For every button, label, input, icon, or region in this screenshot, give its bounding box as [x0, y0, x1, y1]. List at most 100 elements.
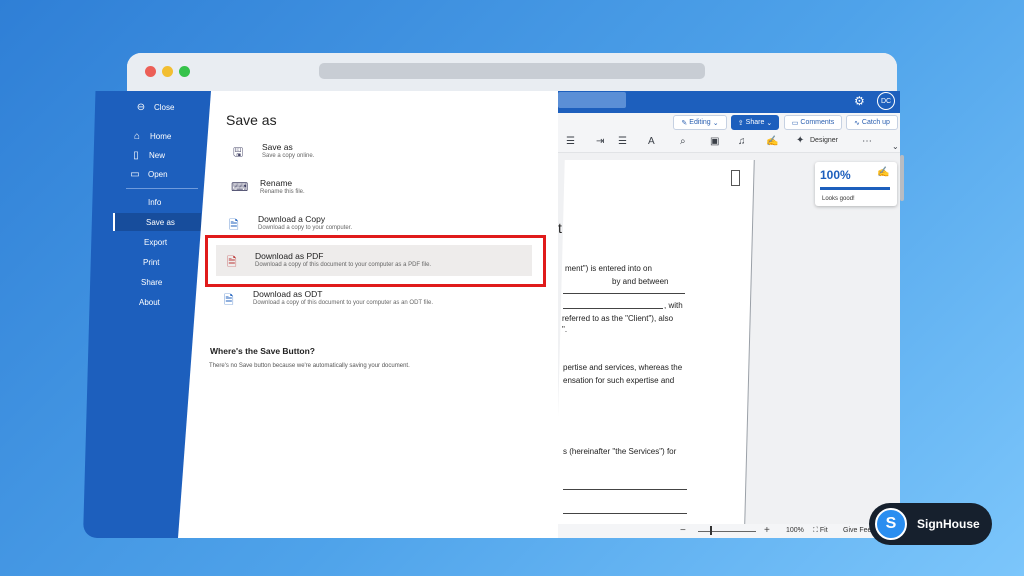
odt-file-icon: 🗎: [224, 293, 234, 307]
document-line: ensation for such expertise and: [563, 376, 675, 385]
sidebar-item-export[interactable]: Export: [144, 238, 167, 247]
more-options-icon[interactable]: ⋯: [862, 136, 872, 147]
sidebar-item-save-as[interactable]: Save as: [146, 218, 175, 227]
document-rule: [563, 513, 687, 514]
sidebar-item-print[interactable]: Print: [143, 258, 159, 267]
find-icon[interactable]: ⌕: [680, 136, 686, 147]
option-title[interactable]: Download a Copy: [258, 214, 325, 224]
browser-window: ⚙ DC ✎ Editing ⌄ ⇪ Share ⌄ ▭ Comments ∿ …: [0, 0, 1024, 576]
pulse-icon: ∿: [854, 119, 860, 127]
document-line: referred to as the "Client"), also: [562, 314, 674, 323]
word-search-box[interactable]: [558, 92, 626, 108]
give-feedback-button[interactable]: Give Fee: [843, 527, 871, 534]
option-desc: Download a copy of this document to your…: [253, 300, 433, 306]
word-ribbon: [558, 131, 900, 153]
sidebar-item-about[interactable]: About: [139, 298, 160, 307]
designer-label[interactable]: Designer: [810, 137, 838, 144]
document-line: ment") is entered into on: [565, 264, 652, 273]
document-line: , with: [664, 301, 683, 310]
editor-pen-icon: ✍: [877, 167, 890, 178]
sidebar-item-label: Open: [148, 170, 168, 179]
catch-up-button[interactable]: ∿ Catch up: [846, 115, 898, 130]
zoom-level[interactable]: 100%: [786, 527, 804, 534]
back-arrow-icon: ⊖: [136, 102, 146, 113]
option-title[interactable]: Save as: [262, 142, 293, 152]
signhouse-logo: S: [875, 508, 907, 540]
close-backstage-button[interactable]: ⊖ Close: [135, 102, 175, 113]
sidebar-item-new[interactable]: ▯ New: [130, 150, 165, 161]
pencil-icon: ✎: [681, 119, 688, 127]
editing-label: Editing: [689, 119, 711, 126]
rename-icon: ⌨: [231, 180, 249, 194]
avatar[interactable]: DC: [877, 92, 895, 110]
save-as-icon: 🖫: [233, 145, 244, 159]
zoom-out-button[interactable]: −: [680, 525, 686, 536]
save-button-explanation: There's no Save button because we're aut…: [209, 363, 410, 369]
sidebar-item-home[interactable]: ⌂ Home: [131, 131, 171, 142]
document-rule: [563, 489, 687, 490]
word-file-icon: 🗎: [229, 218, 239, 232]
chevron-down-icon: ⌄: [766, 119, 773, 127]
comments-button[interactable]: ▭ Comments: [784, 115, 842, 130]
option-desc: Save a copy online.: [262, 153, 315, 159]
option-title[interactable]: Download as ODT: [253, 289, 322, 299]
document-heading-fragment: t: [558, 220, 562, 236]
document-line: by and between: [612, 277, 669, 286]
page-title: Save as: [226, 112, 277, 128]
page-corner-marker: [731, 170, 740, 186]
editor-score-message: Looks good!: [822, 196, 855, 202]
align-left-icon[interactable]: ☰: [566, 136, 575, 147]
address-bar[interactable]: [319, 63, 705, 79]
sensitivity-icon[interactable]: ▣: [710, 136, 719, 147]
document-rule: [563, 293, 685, 294]
comments-label: Comments: [800, 119, 835, 126]
maximize-window-button[interactable]: [179, 66, 190, 77]
comment-icon: ▭: [791, 119, 799, 127]
gear-icon[interactable]: ⚙: [854, 94, 865, 108]
option-title[interactable]: Rename: [260, 178, 292, 188]
close-label: Close: [154, 103, 175, 112]
designer-icon[interactable]: ✦: [796, 135, 804, 146]
save-button-heading: Where's the Save Button?: [210, 346, 315, 356]
highlight-annotation-box: [205, 235, 546, 287]
editor-score-bar: [820, 187, 890, 190]
sidebar-item-label: Home: [150, 132, 172, 141]
sidebar-item-info[interactable]: Info: [148, 198, 161, 207]
sidebar-item-share[interactable]: Share: [141, 278, 162, 287]
catch-up-label: Catch up: [861, 119, 890, 126]
share-icon: ⇪: [737, 119, 744, 127]
folder-icon: ▭: [130, 169, 140, 180]
document-rule: [563, 308, 663, 309]
editor-score-percent: 100%: [820, 168, 851, 182]
dictate-icon[interactable]: ♫: [738, 136, 746, 147]
sidebar-divider: [126, 188, 198, 189]
align-center-icon[interactable]: ☰: [618, 136, 627, 147]
signhouse-badge: S SignHouse: [869, 503, 992, 545]
zoom-in-button[interactable]: +: [764, 525, 770, 536]
editor-icon[interactable]: ✍: [766, 136, 778, 147]
sidebar-item-label: New: [149, 151, 166, 160]
option-desc: Download a copy to your computer.: [258, 225, 353, 231]
indent-icon[interactable]: ⇥: [596, 136, 604, 147]
vertical-scrollbar[interactable]: [900, 155, 904, 201]
new-document-icon: ▯: [133, 150, 139, 161]
fit-button[interactable]: ⛶ Fit: [813, 527, 828, 535]
chevron-down-icon[interactable]: ⌄: [892, 142, 899, 151]
zoom-slider[interactable]: [698, 531, 756, 532]
close-window-button[interactable]: [145, 66, 156, 77]
styles-icon[interactable]: A: [648, 136, 655, 147]
fit-label: Fit: [819, 527, 828, 534]
chevron-down-icon: ⌄: [712, 119, 719, 127]
editing-mode-button[interactable]: ✎ Editing ⌄: [673, 115, 727, 130]
document-page[interactable]: [555, 160, 755, 524]
document-line: ".: [562, 325, 568, 334]
option-desc: Rename this file.: [260, 189, 305, 195]
zoom-slider-thumb[interactable]: [710, 526, 712, 535]
sidebar-item-open[interactable]: ▭ Open: [129, 169, 168, 180]
share-label: Share: [745, 119, 765, 126]
document-line: s (hereinafter "the Services") for: [563, 447, 677, 456]
share-button[interactable]: ⇪ Share ⌄: [731, 115, 779, 130]
signhouse-name: SignHouse: [917, 517, 980, 531]
fit-icon: ⛶: [813, 527, 818, 534]
minimize-window-button[interactable]: [162, 66, 173, 77]
